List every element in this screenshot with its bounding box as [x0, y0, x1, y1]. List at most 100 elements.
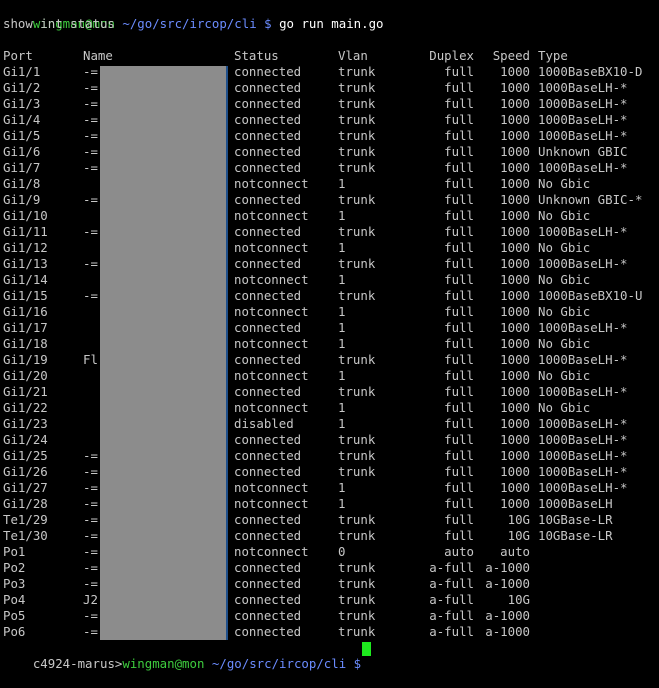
speed-cell: 1000: [500, 176, 530, 191]
speed-cell: 1000: [500, 352, 530, 367]
name-cell: -=: [83, 528, 98, 543]
port-cell: Gi1/5: [3, 128, 41, 143]
table-row: Gi1/20 notconnect 1 full 1000 No Gbic: [0, 368, 659, 384]
duplex-cell: full: [444, 528, 474, 543]
duplex-cell: full: [444, 352, 474, 367]
name-cell: -=: [83, 80, 98, 95]
duplex-cell: full: [444, 80, 474, 95]
status-cell: connected: [234, 592, 302, 607]
name-cell: -=: [83, 64, 98, 79]
port-cell: Gi1/27: [3, 480, 48, 495]
name-cell: -=: [83, 160, 98, 175]
type-cell: No Gbic: [538, 304, 591, 319]
status-cell: notconnect: [234, 208, 309, 223]
speed-cell: 1000: [500, 112, 530, 127]
table-row: Gi1/27 -= notconnect 1 full 1000 1000BaseLH-*: [0, 480, 659, 496]
port-cell: Gi1/28: [3, 496, 48, 511]
status-cell: connected: [234, 512, 302, 527]
status-cell: connected: [234, 448, 302, 463]
vlan-cell: trunk: [338, 96, 376, 111]
speed-cell: 1000: [500, 288, 530, 303]
duplex-cell: full: [444, 464, 474, 479]
speed-cell: 10G: [507, 528, 530, 543]
vlan-cell: trunk: [338, 576, 376, 591]
header-speed: Speed: [492, 48, 530, 63]
port-cell: Gi1/17: [3, 320, 48, 335]
name-cell: -=: [83, 464, 98, 479]
speed-cell: a-1000: [485, 608, 530, 623]
terminal-window[interactable]: wingman@mon ~/go/src/ircop/cli $ go run …: [0, 0, 659, 671]
duplex-cell: full: [444, 512, 474, 527]
table-row: Gi1/18 notconnect 1 full 1000 No Gbic: [0, 336, 659, 352]
speed-cell: 1000: [500, 128, 530, 143]
port-cell: Gi1/11: [3, 224, 48, 239]
name-cell: -=: [83, 480, 98, 495]
duplex-cell: full: [444, 320, 474, 335]
table-row: Gi1/17 connected 1 full 1000 1000BaseLH-*: [0, 320, 659, 336]
duplex-cell: full: [444, 256, 474, 271]
vlan-cell: trunk: [338, 160, 376, 175]
vlan-cell: trunk: [338, 112, 376, 127]
duplex-cell: full: [444, 432, 474, 447]
speed-cell: 1000: [500, 64, 530, 79]
vlan-cell: trunk: [338, 592, 376, 607]
text-cursor[interactable]: [362, 642, 371, 656]
name-cell: J2: [83, 592, 98, 607]
duplex-cell: full: [444, 288, 474, 303]
duplex-cell: a-full: [429, 624, 474, 639]
prompt-symbol: $: [264, 16, 272, 31]
status-cell: disabled: [234, 416, 294, 431]
status-cell: connected: [234, 320, 302, 335]
duplex-cell: auto: [444, 544, 474, 559]
table-row: Gi1/8 notconnect 1 full 1000 No Gbic: [0, 176, 659, 192]
final-prompt-host: c4924-marus>: [32, 656, 123, 671]
duplex-cell: full: [444, 176, 474, 191]
type-cell: 1000BaseLH-*: [538, 256, 628, 271]
duplex-cell: full: [444, 400, 474, 415]
duplex-cell: full: [444, 448, 474, 463]
vlan-cell: trunk: [338, 608, 376, 623]
duplex-cell: full: [444, 336, 474, 351]
type-cell: No Gbic: [538, 176, 591, 191]
speed-cell: 1000: [500, 96, 530, 111]
vlan-cell: 1: [338, 416, 346, 431]
port-cell: Po1: [3, 544, 26, 559]
name-cell: -=: [83, 128, 98, 143]
output-first-line: show int status: [3, 16, 115, 31]
port-cell: Gi1/7: [3, 160, 41, 175]
status-cell: connected: [234, 256, 302, 271]
name-cell: -=: [83, 624, 98, 639]
type-cell: No Gbic: [538, 336, 591, 351]
vlan-cell: trunk: [338, 432, 376, 447]
duplex-cell: full: [444, 240, 474, 255]
port-cell: Gi1/16: [3, 304, 48, 319]
speed-cell: 1000: [500, 160, 530, 175]
speed-cell: 1000: [500, 384, 530, 399]
vlan-cell: trunk: [338, 224, 376, 239]
table-row: Gi1/24 connected trunk full 1000 1000BaseLH-*: [0, 432, 659, 448]
table-row: Gi1/9 -= connected trunk full 1000 Unknown GBI…: [0, 192, 659, 208]
type-cell: 1000BaseLH-*: [538, 96, 628, 111]
port-cell: Gi1/18: [3, 336, 48, 351]
speed-cell: 1000: [500, 304, 530, 319]
vlan-cell: 1: [338, 208, 346, 223]
type-cell: 1000BaseBX10-U: [538, 288, 643, 303]
table-row: Gi1/15 -= connected trunk full 1000 1000BaseBX…: [0, 288, 659, 304]
type-cell: 1000BaseLH-*: [538, 480, 628, 495]
table-row: Gi1/7 -= connected trunk full 1000 1000BaseLH-…: [0, 160, 659, 176]
duplex-cell: full: [444, 96, 474, 111]
port-cell: Gi1/26: [3, 464, 48, 479]
status-cell: notconnect: [234, 480, 309, 495]
speed-cell: 1000: [500, 320, 530, 335]
port-cell: Gi1/1: [3, 64, 41, 79]
status-cell: connected: [234, 560, 302, 575]
table-row: Gi1/13 -= connected trunk full 1000 1000BaseLH…: [0, 256, 659, 272]
vlan-cell: 1: [338, 304, 346, 319]
duplex-cell: full: [444, 160, 474, 175]
table-row: Te1/30 -= connected trunk full 10G 10GBase-LR: [0, 528, 659, 544]
vlan-cell: 1: [338, 336, 346, 351]
speed-cell: 1000: [500, 464, 530, 479]
table-row: Po4 J2 connected trunk a-full 10G: [0, 592, 659, 608]
vlan-cell: 1: [338, 368, 346, 383]
table-row: Gi1/14 notconnect 1 full 1000 No Gbic: [0, 272, 659, 288]
